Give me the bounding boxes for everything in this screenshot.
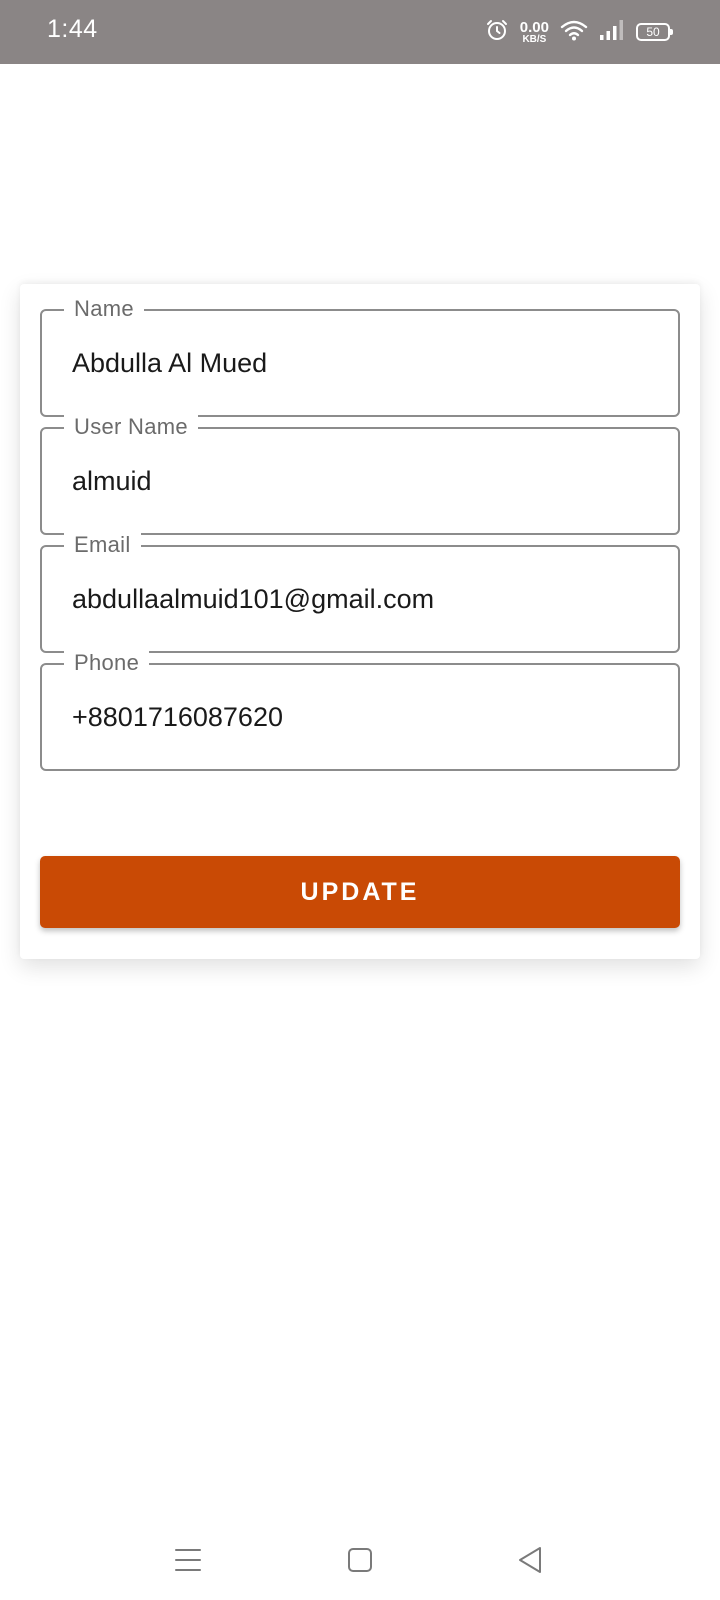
- status-bar: 1:44 0.00 KB/S 50: [0, 0, 720, 64]
- menu-icon[interactable]: [168, 1540, 208, 1580]
- back-triangle-icon[interactable]: [510, 1540, 550, 1580]
- net-speed: 0.00 KB/S: [520, 20, 549, 45]
- name-field[interactable]: Name: [40, 296, 680, 417]
- phone-input[interactable]: [72, 665, 652, 769]
- username-input[interactable]: [72, 429, 652, 533]
- net-speed-unit: KB/S: [522, 33, 547, 45]
- profile-form-card: Name User Name Email Phone UPDATE: [20, 284, 700, 959]
- alarm-icon: [485, 18, 509, 47]
- battery-icon: 50: [636, 23, 673, 41]
- name-input[interactable]: [72, 311, 652, 415]
- net-speed-value: 0.00: [519, 18, 549, 36]
- status-icons: 0.00 KB/S 50: [485, 16, 673, 48]
- email-field[interactable]: Email: [40, 532, 680, 653]
- navigation-bar: [0, 1520, 720, 1600]
- signal-icon: [599, 19, 625, 46]
- wifi-icon: [560, 18, 588, 47]
- username-field[interactable]: User Name: [40, 414, 680, 535]
- status-time: 1:44: [47, 15, 98, 43]
- update-button[interactable]: UPDATE: [40, 856, 680, 928]
- home-square-icon[interactable]: [340, 1540, 380, 1580]
- phone-field[interactable]: Phone: [40, 650, 680, 771]
- email-input[interactable]: [72, 547, 652, 651]
